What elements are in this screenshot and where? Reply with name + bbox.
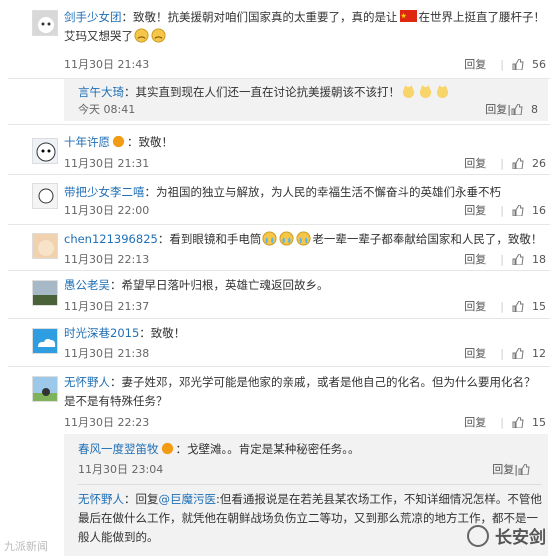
user-name[interactable]: 时光深巷2015 (64, 326, 139, 340)
comment-text: ：致敬！ (127, 135, 173, 149)
comment-time: 11月30日 23:04 (78, 463, 164, 476)
comment-item: chen121396825：看到眼镜和手电筒 老一辈一辈子都奉献给国家和人民了，致… (0, 225, 558, 273)
avatar[interactable] (32, 328, 58, 354)
reply-button[interactable]: 回复 (464, 251, 486, 267)
reply-block: 言午大琦：其实直到现在人们还一直在讨论抗美援朝该不该打！ 今天 08:41 回复… (64, 79, 548, 121)
vip-badge-icon (112, 135, 125, 148)
avatar[interactable] (32, 233, 58, 259)
comment-item: 剑手少女团：致敬！抗美援朝对咱们国家真的太重要了，真的是让在世界上挺直了腰杆子！… (0, 0, 558, 78)
thumbs-up-icon[interactable] (512, 347, 524, 359)
like-count: 12 (532, 346, 546, 360)
comment-time: 11月30日 21:31 (64, 157, 150, 170)
comment-time: 11月30日 22:23 (64, 416, 150, 429)
thumbs-up-icon[interactable] (518, 463, 530, 475)
user-name[interactable]: 无怀野人 (78, 492, 124, 506)
watermark: 九派新闻 (4, 540, 48, 553)
comment-text: ：看到眼镜和手电筒 (157, 232, 262, 246)
brand-logo: 长安剑 (467, 523, 546, 548)
crying-emoji-icon (151, 28, 166, 43)
reply-button[interactable]: 回复 (464, 345, 486, 361)
thumbs-up-icon[interactable] (512, 300, 524, 312)
comment-text: ：妻子姓邓，邓光学可能是他家的亲戚，或者是他自己的化名。但为什么要用化名？是不是… (64, 375, 536, 408)
comment-text: ：致敬！ (139, 326, 186, 340)
thumbs-up-icon[interactable] (512, 58, 524, 70)
comment-text: ：希望早日落叶归根，英雄亡魂返回故乡。 (110, 278, 329, 292)
like-count: 26 (532, 156, 546, 170)
reply-button[interactable]: 回复 (485, 101, 507, 117)
mention-link[interactable]: @巨魔污医 (159, 492, 217, 506)
comment-text: ：其实直到现在人们还一直在讨论抗美援朝该不该打！ (124, 85, 400, 99)
comment-time: 11月30日 21:37 (64, 300, 150, 313)
like-count: 18 (532, 252, 546, 266)
user-name[interactable]: 带把少女李二嘻 (64, 185, 145, 199)
comment-item: 十年许愿 ：致敬！ 11月30日 21:31 回复 | 26 (0, 125, 558, 173)
comment-time: 11月30日 21:38 (64, 347, 150, 360)
user-name[interactable]: 无怀野人 (64, 375, 110, 389)
avatar[interactable] (32, 280, 58, 306)
user-name[interactable]: 剑手少女团 (64, 10, 122, 24)
comment-time: 11月30日 21:43 (64, 58, 150, 71)
comment-text: ：戈壁滩。。肯定是某种秘密任务。。 (175, 442, 360, 456)
like-count: 15 (532, 415, 546, 429)
avatar[interactable] (32, 183, 58, 209)
comment-item: 愚公老吴：希望早日落叶归根，英雄亡魂返回故乡。 11月30日 21:37 回复 |… (0, 271, 558, 319)
reply-button[interactable]: 回复 (464, 202, 486, 218)
reply-button[interactable]: 回复 (464, 298, 486, 314)
like-count: 16 (532, 203, 546, 217)
reply-button[interactable]: 回复 (464, 155, 486, 171)
crying-emoji-icon (262, 231, 277, 246)
user-name[interactable]: 十年许愿 (64, 135, 110, 149)
comment-item: 无怀野人：妻子姓邓，邓光学可能是他家的亲戚，或者是他自己的化名。但为什么要用化名… (0, 367, 558, 433)
reply-button[interactable]: 回复 (464, 56, 486, 72)
comment-time: 11月30日 22:13 (64, 253, 150, 266)
comment-text: ：回复 (124, 492, 159, 506)
avatar[interactable] (32, 138, 58, 164)
wechat-badge-icon (467, 524, 489, 547)
user-name[interactable]: 愚公老吴 (64, 278, 110, 292)
thumbs-up-icon[interactable] (512, 204, 524, 216)
like-count: 15 (532, 299, 546, 313)
comment-text-2: 老一辈一辈子都奉献给国家和人民了，致敬！ (312, 232, 543, 246)
comment-item: 时光深巷2015：致敬！ 11月30日 21:38 回复 | 12 (0, 319, 558, 367)
like-count: 8 (531, 102, 538, 116)
brand-name: 长安剑 (495, 528, 546, 548)
comment-time: 今天 08:41 (78, 103, 136, 116)
china-flag-icon (399, 7, 417, 26)
reply-button[interactable]: 回复 (492, 461, 514, 477)
user-name[interactable]: chen121396825 (64, 232, 158, 246)
thumbs-up-icon[interactable] (512, 253, 524, 265)
avatar[interactable] (32, 376, 58, 402)
cat-emoji-icon (436, 84, 449, 99)
vip-badge-icon (161, 442, 173, 455)
like-count: 56 (532, 57, 546, 71)
crying-emoji-icon (296, 231, 311, 246)
user-name[interactable]: 言午大琦 (78, 85, 124, 99)
comment-time: 11月30日 22:00 (64, 204, 150, 217)
avatar[interactable] (32, 10, 58, 36)
comment-item: 带把少女李二嘻：为祖国的独立与解放，为人民的幸福生活不懈奋斗的英雄们永垂不朽 1… (0, 175, 558, 223)
cat-emoji-icon (419, 84, 432, 99)
thumbs-up-icon[interactable] (512, 416, 524, 428)
crying-emoji-icon (279, 231, 294, 246)
user-name[interactable]: 春风一度翌笛牧 (78, 442, 159, 456)
crying-emoji-icon (134, 28, 149, 43)
thumbs-up-icon[interactable] (512, 157, 524, 169)
cat-emoji-icon (402, 84, 415, 99)
thumbs-up-icon[interactable] (511, 103, 523, 115)
reply-button[interactable]: 回复 (464, 414, 486, 430)
comment-text: ：为祖国的独立与解放，为人民的幸福生活不懈奋斗的英雄们永垂不朽 (144, 185, 502, 199)
comment-text: ：致敬！抗美援朝对咱们国家真的太重要了，真的是让 (121, 10, 398, 24)
